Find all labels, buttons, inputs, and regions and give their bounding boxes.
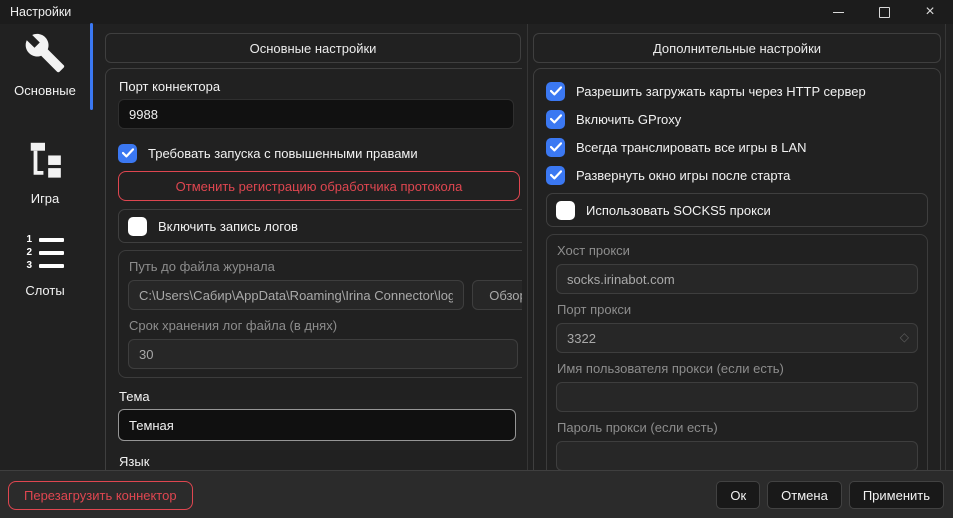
elevated-rights-checkbox-row[interactable]: Требовать запуска с повышенными правами	[118, 143, 516, 163]
basic-settings-header: Основные настройки	[105, 33, 521, 63]
enable-logs-checkbox-label: Включить запись логов	[158, 219, 298, 234]
maximize-game-checkbox-row[interactable]: Развернуть окно игры после старта	[546, 165, 928, 185]
sidebar: Основные Игра 1 2 3 Слоты	[0, 24, 90, 470]
sidebar-item-general[interactable]: Основные	[0, 30, 90, 98]
log-retention-input	[128, 339, 518, 369]
titlebar[interactable]: Настройки ×	[0, 0, 953, 24]
theme-select[interactable]: Темная	[118, 409, 516, 441]
list-number: 2	[27, 248, 35, 258]
checked-checkbox-icon[interactable]	[546, 166, 565, 185]
cancel-button[interactable]: Отмена	[767, 481, 842, 509]
unchecked-checkbox-icon[interactable]	[128, 217, 147, 236]
log-settings-group: Путь до файла журнала Обзор Срок хранени…	[118, 250, 522, 378]
sidebar-item-game[interactable]: Игра	[0, 138, 90, 206]
proxy-host-input	[556, 264, 918, 294]
wrench-icon	[24, 30, 66, 76]
checked-checkbox-icon[interactable]	[546, 138, 565, 157]
sidebar-item-label: Основные	[14, 83, 76, 98]
language-label: Язык	[119, 454, 516, 469]
gproxy-checkbox-row[interactable]: Включить GProxy	[546, 109, 928, 129]
log-retention-label: Срок хранения лог файла (в днях)	[129, 318, 522, 333]
unchecked-checkbox-icon[interactable]	[556, 201, 575, 220]
connector-port-label: Порт коннектора	[119, 79, 516, 94]
basic-settings-panel: Основные настройки Порт коннектора Требо…	[105, 33, 522, 470]
reload-connector-button[interactable]: Перезагрузить коннектор	[8, 481, 193, 510]
proxy-host-label: Хост прокси	[557, 243, 918, 258]
log-path-label: Путь до файла журнала	[129, 259, 522, 274]
lan-broadcast-checkbox-row[interactable]: Всегда транслировать все игры в LAN	[546, 137, 928, 157]
socks5-checkbox-row[interactable]: Использовать SOCKS5 прокси	[546, 193, 928, 227]
list-number: 1	[27, 235, 35, 245]
window-controls: ×	[815, 0, 953, 24]
additional-settings-header: Дополнительные настройки	[533, 33, 941, 63]
sidebar-item-slots[interactable]: 1 2 3 Слоты	[0, 230, 90, 298]
http-maps-checkbox-row[interactable]: Разрешить загружать карты через HTTP сер…	[546, 81, 928, 101]
proxy-user-input	[556, 382, 918, 412]
proxy-password-label: Пароль прокси (если есть)	[557, 420, 918, 435]
game-tree-icon	[26, 138, 64, 184]
checked-checkbox-icon[interactable]	[546, 110, 565, 129]
additional-settings-container: Разрешить загружать карты через HTTP сер…	[533, 68, 941, 470]
minimize-icon	[833, 12, 844, 13]
basic-settings-container: Порт коннектора Требовать запуска с повы…	[105, 68, 522, 470]
numbered-list-icon: 1 2 3	[27, 230, 64, 276]
settings-window: Настройки × Основные Игра	[0, 0, 953, 518]
footer-bar: Перезагрузить коннектор Ок Отмена Примен…	[0, 470, 953, 518]
elevated-rights-checkbox-label: Требовать запуска с повышенными правами	[148, 146, 418, 161]
unregister-protocol-button[interactable]: Отменить регистрацию обработчика протоко…	[118, 171, 520, 201]
gproxy-checkbox-label: Включить GProxy	[576, 112, 681, 127]
log-path-input	[128, 280, 464, 310]
checked-checkbox-icon[interactable]	[118, 144, 137, 163]
close-button[interactable]: ×	[907, 0, 953, 24]
proxy-port-label: Порт прокси	[557, 302, 918, 317]
close-icon: ×	[925, 4, 934, 20]
dialog-buttons: Ок Отмена Применить	[716, 481, 944, 509]
http-maps-checkbox-label: Разрешить загружать карты через HTTP сер…	[576, 84, 866, 99]
proxy-user-label: Имя пользователя прокси (если есть)	[557, 361, 918, 376]
apply-button[interactable]: Применить	[849, 481, 944, 509]
minimize-button[interactable]	[815, 0, 861, 24]
enable-logs-checkbox-row[interactable]: Включить запись логов	[118, 209, 522, 243]
connector-port-input[interactable]	[118, 99, 514, 129]
additional-settings-panel: Дополнительные настройки Разрешить загру…	[533, 33, 942, 470]
list-number: 3	[27, 261, 35, 271]
maximize-icon	[879, 7, 890, 18]
socks5-checkbox-label: Использовать SOCKS5 прокси	[586, 203, 771, 218]
panel-divider	[527, 24, 528, 470]
list-bar	[39, 264, 64, 268]
sidebar-item-label: Слоты	[25, 283, 64, 298]
maximize-button[interactable]	[861, 0, 907, 24]
active-tab-indicator	[90, 23, 93, 110]
theme-label: Тема	[119, 389, 516, 404]
window-title: Настройки	[10, 5, 71, 19]
list-bar	[39, 251, 64, 255]
ok-button[interactable]: Ок	[716, 481, 760, 509]
proxy-password-input	[556, 441, 918, 470]
list-bar	[39, 238, 64, 242]
panel-divider	[945, 24, 946, 470]
maximize-game-checkbox-label: Развернуть окно игры после старта	[576, 168, 790, 183]
theme-select-value: Темная	[129, 418, 174, 433]
proxy-port-input	[556, 323, 918, 353]
sidebar-item-label: Игра	[31, 191, 60, 206]
number-spinner-icon: ◇	[900, 331, 909, 343]
proxy-settings-group: Хост прокси Порт прокси ◇ Имя пользовате…	[546, 234, 928, 470]
checked-checkbox-icon[interactable]	[546, 82, 565, 101]
lan-broadcast-checkbox-label: Всегда транслировать все игры в LAN	[576, 140, 807, 155]
browse-button: Обзор	[472, 280, 522, 310]
